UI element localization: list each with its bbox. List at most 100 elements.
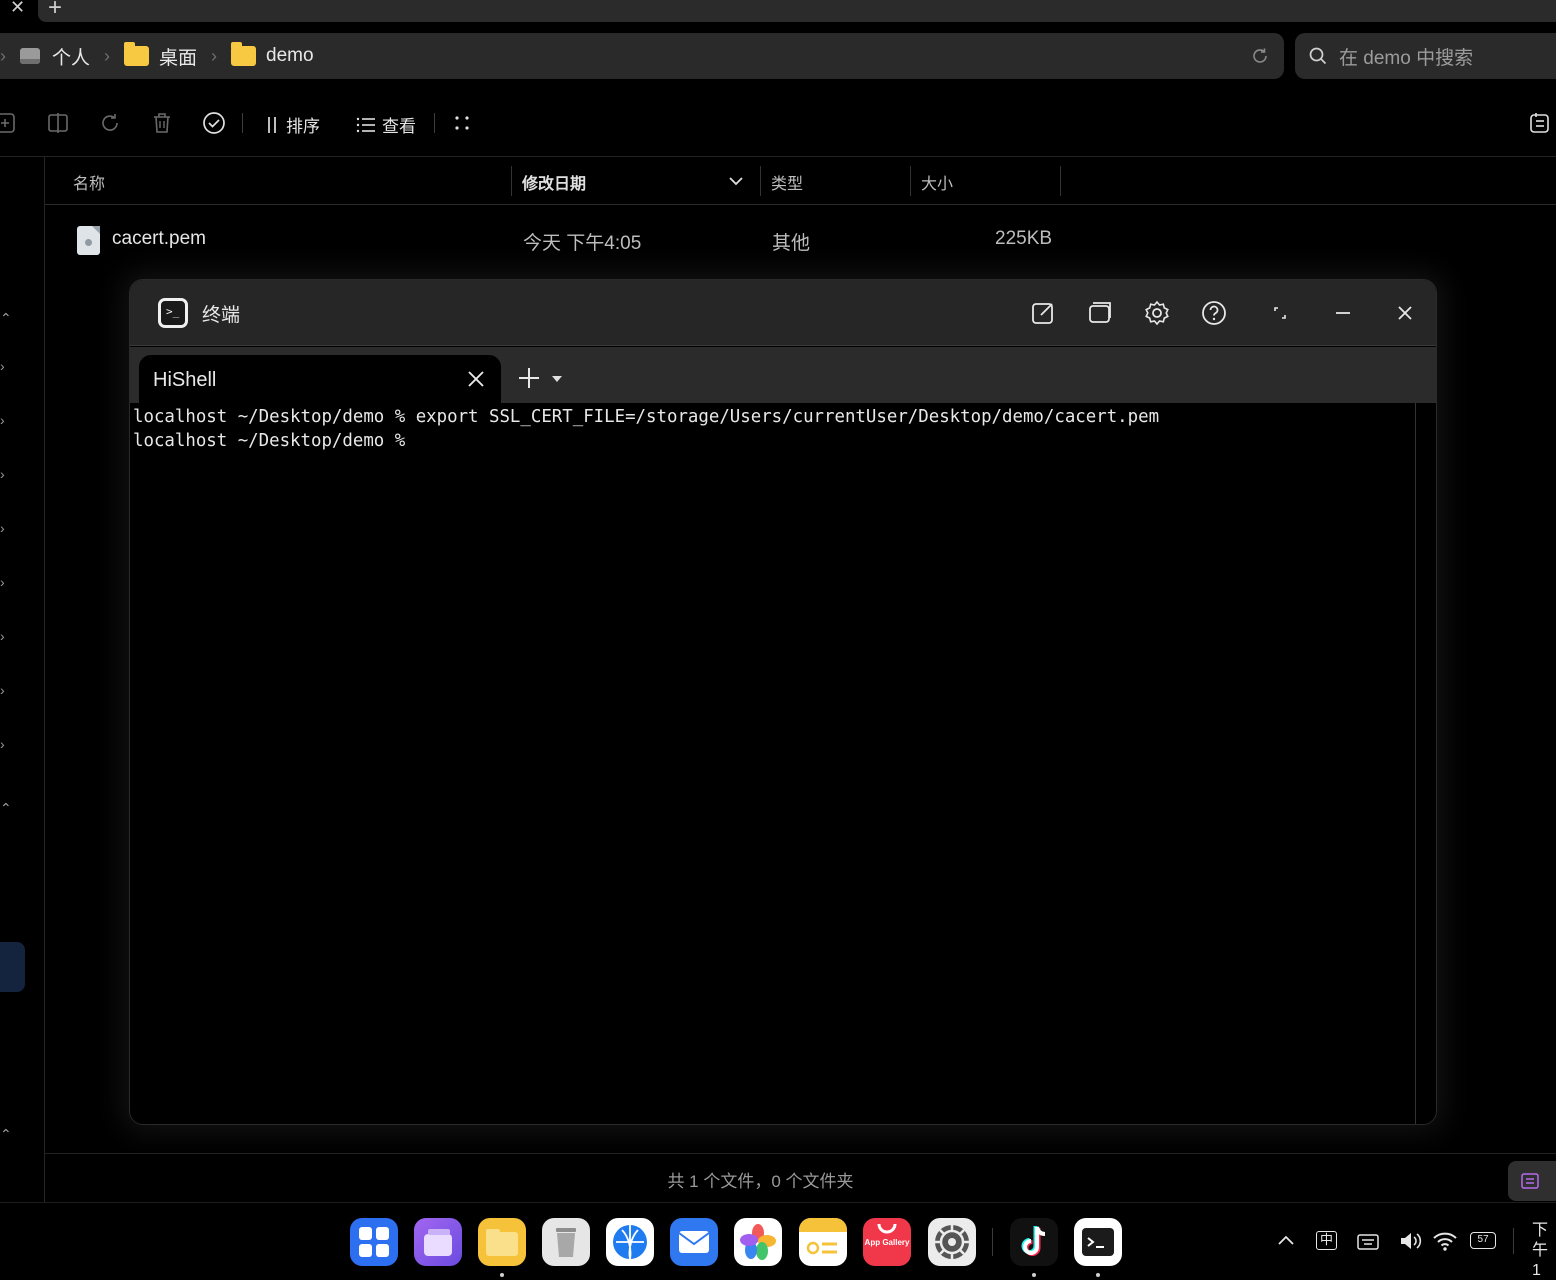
tab-hishell[interactable]: HiShell <box>139 355 501 405</box>
sort-button[interactable]: 排序 <box>264 112 320 137</box>
rotate-icon[interactable] <box>98 111 122 135</box>
sidebar-active-item[interactable] <box>0 942 25 992</box>
status-panel-button[interactable] <box>1508 1161 1556 1201</box>
terminal-window[interactable]: >_ 终端 HiShell localhost ~/Desktop/demo %… <box>129 279 1437 1125</box>
view-button[interactable]: 查看 <box>356 112 416 137</box>
pin-icon[interactable]: › <box>0 628 5 644</box>
minimize-icon[interactable] <box>1330 300 1356 326</box>
expand-chevron-icon[interactable]: ⌃ <box>0 800 12 817</box>
terminal-app-icon[interactable] <box>1074 1218 1122 1266</box>
column-separator[interactable] <box>760 166 761 196</box>
help-icon[interactable] <box>1201 300 1227 326</box>
list-view-icon <box>356 117 375 132</box>
tab-dropdown-icon[interactable] <box>552 376 562 382</box>
app-launcher-icon[interactable] <box>350 1218 398 1266</box>
pin-icon[interactable]: › <box>0 466 5 482</box>
expand-chevron-icon[interactable]: ⌃ <box>0 1126 12 1143</box>
breadcrumb-item-personal[interactable]: 个人 <box>20 43 90 70</box>
new-folder-icon[interactable] <box>0 111 18 135</box>
pin-icon[interactable]: › <box>0 682 5 698</box>
browser-icon[interactable] <box>606 1218 654 1266</box>
add-tab-icon[interactable]: + <box>48 0 62 22</box>
split-view-icon[interactable] <box>46 111 70 135</box>
pin-icon[interactable]: › <box>0 412 5 428</box>
running-indicator <box>1096 1273 1100 1277</box>
column-header-size[interactable]: 大小 <box>921 170 953 194</box>
pin-icon[interactable]: › <box>0 574 5 590</box>
email-icon[interactable] <box>670 1218 718 1266</box>
settings-app-icon[interactable] <box>928 1218 976 1266</box>
expand-chevron-icon[interactable]: ⌃ <box>0 310 12 327</box>
clock-date: 1月 <box>1532 1262 1541 1279</box>
breadcrumb-item-desktop[interactable]: 桌面 <box>124 42 197 70</box>
close-tab-icon[interactable]: ✕ <box>10 0 25 18</box>
file-type: 其他 <box>772 233 811 254</box>
file-row[interactable]: cacert.pem 今天 下午4:05 其他 225KB <box>45 216 1145 264</box>
breadcrumb-separator-icon: › <box>104 45 111 66</box>
sidebar-divider <box>44 157 45 1202</box>
recycle-bin-icon[interactable] <box>542 1218 590 1266</box>
settings-gear-icon <box>935 1225 969 1259</box>
file-toolbar: 排序 查看 <box>0 100 1556 146</box>
app-gallery-label: App Gallery <box>864 1238 910 1247</box>
terminal-output[interactable]: localhost ~/Desktop/demo % export SSL_CE… <box>130 403 1436 1124</box>
header-rule <box>45 204 1556 205</box>
refresh-icon[interactable] <box>1250 46 1270 66</box>
tray-expand-chevron-icon[interactable] <box>1276 1233 1296 1247</box>
details-panel-icon[interactable] <box>1528 111 1552 135</box>
tiktok-icon[interactable] <box>1010 1218 1058 1266</box>
sort-icon <box>268 116 276 133</box>
sort-descending-chevron-icon[interactable] <box>728 175 744 187</box>
more-options-icon[interactable] <box>450 111 474 135</box>
flower-icon <box>740 1224 776 1260</box>
address-bar[interactable]: › 个人 › 桌面 › demo <box>0 33 1284 79</box>
battery-icon[interactable]: 57 <box>1470 1232 1496 1249</box>
duplicate-window-icon[interactable] <box>1087 300 1113 326</box>
files-app-icon[interactable] <box>478 1218 526 1266</box>
column-separator[interactable] <box>910 166 911 196</box>
terminal-tab-bar: HiShell <box>130 347 1436 405</box>
terminal-line: localhost ~/Desktop/demo % <box>133 431 406 451</box>
multitasking-icon[interactable] <box>414 1218 462 1266</box>
wifi-icon[interactable] <box>1432 1230 1458 1252</box>
close-tab-icon[interactable] <box>465 368 487 390</box>
toolbar-divider <box>434 113 435 133</box>
folder-icon <box>231 42 257 66</box>
new-window-icon[interactable] <box>1030 300 1056 326</box>
breadcrumb-item-demo[interactable]: demo <box>231 42 314 67</box>
delete-icon[interactable] <box>150 111 174 135</box>
column-separator[interactable] <box>511 166 512 196</box>
certificate-file-icon <box>77 226 100 255</box>
terminal-scrollbar[interactable] <box>1415 403 1416 1124</box>
column-header-modified[interactable]: 修改日期 <box>522 170 586 194</box>
notes-icon[interactable] <box>799 1218 847 1266</box>
pin-icon[interactable]: › <box>0 358 5 374</box>
breadcrumb-separator-icon: › <box>0 45 6 66</box>
window-tab-strip <box>38 0 1556 22</box>
file-modified: 今天 下午4:05 <box>523 233 642 254</box>
gallery-icon[interactable] <box>734 1218 782 1266</box>
toolbar-rule <box>0 156 1556 157</box>
clock[interactable]: 下午 1月 <box>1532 1221 1556 1280</box>
terminal-title-bar[interactable]: >_ 终端 <box>130 280 1436 346</box>
add-tab-icon[interactable] <box>516 365 542 391</box>
column-separator[interactable] <box>1060 166 1061 196</box>
pin-icon[interactable]: › <box>0 736 5 752</box>
close-window-icon[interactable] <box>1392 300 1418 326</box>
envelope-icon <box>678 1231 710 1253</box>
tab-label: HiShell <box>153 369 217 391</box>
column-header-type[interactable]: 类型 <box>771 170 803 194</box>
input-method-indicator[interactable]: 中 <box>1316 1231 1337 1250</box>
select-check-icon[interactable] <box>202 111 226 135</box>
note-icon <box>1521 1173 1539 1189</box>
column-header-name[interactable]: 名称 <box>73 170 105 194</box>
file-size: 225KB <box>995 228 1053 249</box>
app-gallery-icon[interactable]: App Gallery <box>863 1218 911 1266</box>
search-input[interactable]: 在 demo 中搜索 <box>1295 33 1556 79</box>
pin-icon[interactable]: › <box>0 520 5 536</box>
keyboard-icon[interactable] <box>1356 1230 1380 1252</box>
music-note-icon <box>1021 1226 1046 1256</box>
settings-gear-icon[interactable] <box>1144 300 1170 326</box>
volume-icon[interactable] <box>1398 1230 1424 1252</box>
maximize-icon[interactable] <box>1267 300 1293 326</box>
